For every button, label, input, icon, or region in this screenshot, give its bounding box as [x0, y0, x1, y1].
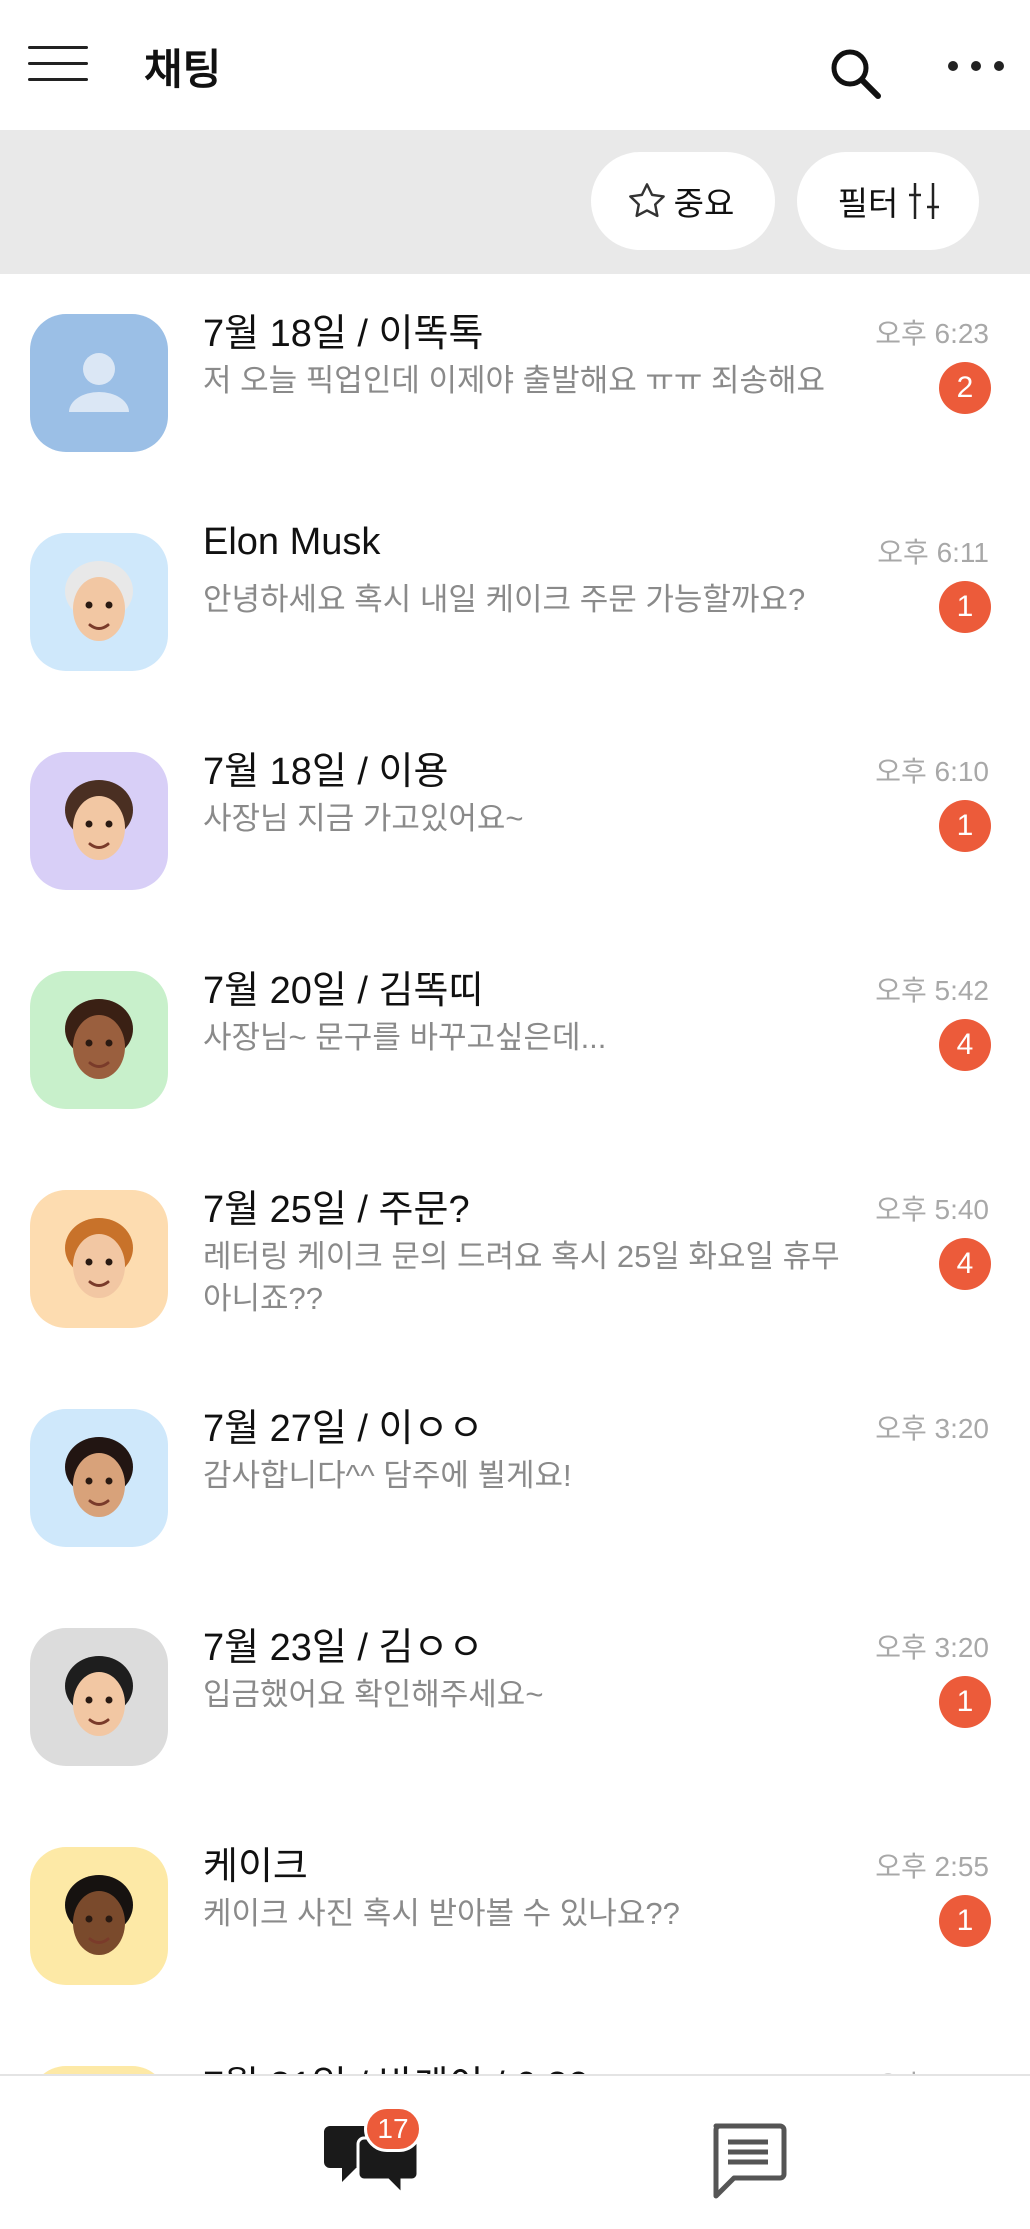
- hamburger-menu-icon[interactable]: [28, 44, 90, 84]
- avatar: [30, 1409, 168, 1547]
- avatar: [30, 971, 168, 1109]
- chat-name: 7월 18일 / 이똑톡: [203, 313, 484, 355]
- chat-preview: 케이크 사진 혹시 받아볼 수 있나요??: [203, 1896, 680, 1931]
- chat-name: 케이크: [203, 1846, 308, 1888]
- avatar: [30, 1190, 168, 1328]
- chat-time: 오후 6:10: [875, 756, 989, 787]
- chat-time: 오후 2:55: [875, 1851, 989, 1882]
- chat-list[interactable]: 7월 18일 / 이똑톡 저 오늘 픽업인데 이제야 출발해요 ㅠㅠ 죄송해요 오후…: [0, 274, 1030, 2074]
- chat-list-item[interactable]: Elon Musk 안녕하세요 혹시 내일 케이크 주문 가능할까요? 오후 6:1…: [0, 493, 1030, 712]
- chat-list-item[interactable]: 7월 18일 / 이용사장님 지금 가고있어요~ 오후 6:10 1: [0, 712, 1030, 931]
- unread-badge: 1: [939, 1676, 991, 1728]
- chat-name: 7월 27일 / 이ㅇㅇ: [203, 1408, 484, 1450]
- chat-list-item[interactable]: 7월 23일 / 김ㅇㅇ 입금했어요 확인해주세요~ 오후 3:20 1: [0, 1588, 1030, 1807]
- bottom-navigation: 17: [0, 2074, 1030, 2229]
- avatar: [30, 1628, 168, 1766]
- chat-preview: 안녕하세요 혹시 내일 케이크 주문 가능할까요?: [203, 582, 806, 617]
- chat-time: 오후 3:20: [875, 1632, 989, 1663]
- unread-badge: 4: [939, 1019, 991, 1071]
- avatar: [30, 314, 168, 452]
- chat-time: 오후 5:42: [875, 975, 989, 1006]
- sliders-icon: [904, 179, 944, 223]
- chat-name: 7월 23일 / 김ㅇㅇ: [203, 1627, 484, 1669]
- avatar: [30, 533, 168, 671]
- app-header: 채팅: [0, 0, 1030, 130]
- chat-preview: 레터링 케이크 문의 드려요 혹시 25일 화요일 휴무 아니죠??: [203, 1239, 840, 1316]
- chat-name: 7월 18일 / 이용: [203, 751, 449, 793]
- chat-preview: 사장님~ 문구를 바꾸고싶은데...: [203, 1020, 607, 1055]
- chat-name: 7월 31일 / 박케이 / 6:30: [203, 2054, 589, 2074]
- chat-preview: 저 오늘 픽업인데 이제야 출발해요 ㅠㅠ 죄송해요: [203, 363, 826, 398]
- more-horizontal-icon[interactable]: [948, 56, 1004, 76]
- chat-preview: 감사합니다^^ 담주에 뵐게요!: [203, 1458, 572, 1493]
- important-filter-label: 중요: [673, 185, 735, 222]
- chat-preview: 사장님 지금 가고있어요~: [203, 801, 524, 836]
- chat-time: 오후 3:20: [875, 1413, 989, 1444]
- chat-time: 오후 6:23: [875, 318, 989, 349]
- message-square-icon[interactable]: [708, 2120, 788, 2200]
- chat-list-item[interactable]: 7월 20일 / 김똑띠사장님~ 문구를 바꾸고싶은데... 오후 5:42 4: [0, 931, 1030, 1150]
- chat-time: 오후 6:11: [877, 537, 989, 568]
- unread-badge: 4: [939, 1238, 991, 1290]
- page-title: 채팅: [144, 46, 222, 93]
- filter-label: 필터: [837, 185, 899, 222]
- chat-list-item[interactable]: 케이크케이크 사진 혹시 받아볼 수 있나요?? 오후 2:55 1: [0, 1807, 1030, 2026]
- chat-list-item[interactable]: 7월 31일 / 박케이 / 6:30 오후 2:55: [0, 2026, 1030, 2074]
- unread-badge: 2: [939, 362, 991, 414]
- filter-bar: 중요 필터: [0, 130, 1030, 274]
- chat-preview: 입금했어요 확인해주세요~: [203, 1677, 544, 1712]
- search-icon[interactable]: [826, 44, 886, 104]
- important-filter-button[interactable]: 중요: [591, 152, 775, 250]
- chat-list-item[interactable]: 7월 27일 / 이ㅇㅇ 감사합니다^^ 담주에 뵐게요! 오후 3:20: [0, 1369, 1030, 1588]
- chat-name: 7월 25일 / 주문?: [203, 1189, 470, 1231]
- chat-list-item[interactable]: 7월 25일 / 주문? 레터링 케이크 문의 드려요 혹시 25일 화요일 휴무…: [0, 1150, 1030, 1369]
- unread-badge: 1: [939, 800, 991, 852]
- star-icon: [626, 180, 668, 222]
- chat-time: 오후 5:40: [875, 1194, 989, 1225]
- avatar: [30, 752, 168, 890]
- chat-time: 오후 2:55: [875, 2064, 989, 2074]
- unread-badge: 1: [939, 581, 991, 633]
- chat-name: 7월 20일 / 김똑띠: [203, 970, 484, 1012]
- chat-name: Elon Musk: [203, 521, 381, 563]
- avatar: [30, 1847, 168, 1985]
- avatar: [30, 2066, 168, 2074]
- chat-list-item[interactable]: 7월 18일 / 이똑톡저 오늘 픽업인데 이제야 출발해요 ㅠㅠ 죄송해요 오후…: [0, 274, 1030, 493]
- filter-button[interactable]: 필터: [797, 152, 979, 250]
- unread-badge: 1: [939, 1895, 991, 1947]
- chats-unread-badge: 17: [364, 2106, 422, 2152]
